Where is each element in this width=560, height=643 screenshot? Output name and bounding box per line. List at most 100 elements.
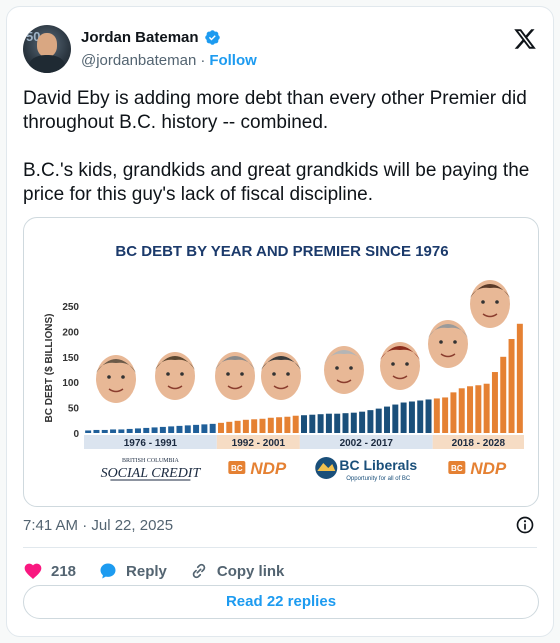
portrait-eye <box>272 372 276 376</box>
debt-bar <box>118 429 125 433</box>
debt-bar <box>491 372 498 433</box>
portrait-eye <box>439 340 443 344</box>
debt-bar <box>284 416 291 433</box>
premier-portrait <box>96 355 136 403</box>
party-logo: BC NDP <box>228 459 287 478</box>
debt-bar <box>193 424 200 433</box>
debt-bar <box>392 404 399 433</box>
debt-bar <box>508 339 515 433</box>
link-icon <box>192 563 206 579</box>
debt-bar <box>226 421 233 433</box>
reply-icon <box>100 563 116 579</box>
reply-label: Reply <box>126 562 167 580</box>
debt-bar <box>400 402 407 433</box>
debt-bar <box>334 413 341 433</box>
debt-bar <box>342 413 349 433</box>
debt-bar <box>217 422 224 433</box>
author-name[interactable]: Jordan Bateman <box>81 29 199 46</box>
y-tick-label: 50 <box>68 404 80 415</box>
debt-bar <box>110 429 117 433</box>
debt-bar <box>317 414 324 433</box>
verified-badge-icon <box>204 30 220 45</box>
action-bar: 218 Reply Copy link <box>23 555 284 587</box>
premier-portrait <box>215 352 255 400</box>
heart-icon <box>24 563 42 579</box>
info-icon[interactable] <box>515 515 535 535</box>
portrait-eye <box>286 372 290 376</box>
debt-bar <box>276 417 283 433</box>
debt-bar <box>151 427 158 433</box>
debt-bar <box>425 399 432 433</box>
party-logo: BC NDP <box>448 459 507 478</box>
debt-bar <box>467 386 474 433</box>
debt-bar <box>126 428 133 433</box>
debt-bar <box>309 414 316 433</box>
debt-bar <box>101 429 108 433</box>
period-label: 1976 - 1991 <box>124 438 178 449</box>
author-name-row: Jordan Bateman <box>81 29 221 46</box>
handle-row: @jordanbateman · Follow <box>81 52 257 69</box>
reply-button[interactable]: Reply <box>98 561 167 581</box>
like-button[interactable]: 218 <box>23 561 76 581</box>
debt-bar <box>134 428 141 433</box>
author-handle[interactable]: @jordanbateman <box>81 52 196 69</box>
liberal-logo-sub: Opportunity for all of BC <box>346 476 411 482</box>
debt-bar <box>209 423 216 433</box>
portrait-eye <box>107 375 111 379</box>
tweet-paragraph-1: David Eby is adding more debt than every… <box>23 88 527 133</box>
party-logo: BRITISH COLUMBIA SOCIAL CREDIT <box>101 458 202 481</box>
debt-bar <box>516 323 523 433</box>
debt-bar <box>184 425 191 433</box>
portrait-eye <box>405 362 409 366</box>
debt-bar <box>442 397 449 433</box>
premier-portrait <box>470 280 510 328</box>
chart-y-axis-label: BC DEBT ($ BILLIONS) <box>44 314 55 423</box>
period-label: 2002 - 2017 <box>340 438 394 449</box>
debt-chart: BC DEBT BY YEAR AND PREMIER SINCE 1976 B… <box>44 243 524 482</box>
portrait-eye <box>335 366 339 370</box>
period-label: 1992 - 2001 <box>232 438 286 449</box>
debt-bar <box>375 408 382 433</box>
debt-bar <box>350 412 357 433</box>
debt-bar <box>242 419 249 433</box>
debt-bar <box>450 392 457 433</box>
read-replies-button[interactable]: Read 22 replies <box>23 585 539 619</box>
tweet-timestamp[interactable]: 7:41 AM · Jul 22, 2025 <box>23 517 173 534</box>
debt-bar <box>267 417 274 433</box>
copy-link-label: Copy link <box>216 562 285 580</box>
tweet-text: David Eby is adding more debt than every… <box>23 87 533 231</box>
premier-portraits <box>96 280 510 403</box>
debt-bar <box>292 415 299 433</box>
socred-logo-text: SOCIAL CREDIT <box>101 466 202 481</box>
debt-bar <box>168 426 175 433</box>
debt-bar <box>201 424 208 433</box>
y-tick-label: 100 <box>62 378 79 389</box>
debt-bar <box>85 430 92 433</box>
debt-bar <box>325 413 332 433</box>
debt-bar <box>417 400 424 433</box>
y-tick-label: 150 <box>62 353 79 364</box>
debt-bar <box>176 425 183 433</box>
tweet-media-image[interactable]: BC DEBT BY YEAR AND PREMIER SINCE 1976 B… <box>23 217 539 507</box>
separator-dot: · <box>200 52 206 69</box>
portrait-eye <box>391 362 395 366</box>
debt-bar <box>301 415 307 433</box>
socred-logo-sub: BRITISH COLUMBIA <box>122 458 180 464</box>
debt-bar <box>359 411 366 433</box>
debt-bar <box>251 419 258 433</box>
party-logos: BRITISH COLUMBIA SOCIAL CREDIT BC NDP BC Lib… <box>101 457 507 482</box>
follow-link[interactable]: Follow <box>209 52 257 69</box>
portrait-eye <box>481 300 485 304</box>
chart-title: BC DEBT BY YEAR AND PREMIER SINCE 1976 <box>115 243 448 260</box>
liberal-logo-text: BC Liberals <box>339 457 417 473</box>
debt-bar <box>483 383 490 433</box>
x-logo-icon[interactable] <box>513 27 537 51</box>
copy-link-button[interactable]: Copy link <box>189 561 285 581</box>
ndp-logo-text: NDP <box>250 459 287 478</box>
ndp-logo-text: NDP <box>470 459 507 478</box>
portrait-eye <box>453 340 457 344</box>
y-tick-label: 0 <box>73 429 79 440</box>
premier-portrait <box>380 342 420 390</box>
tweet-paragraph-2: B.C.'s kids, grandkids and great grandki… <box>23 160 530 205</box>
author-avatar[interactable]: 50 <box>23 25 71 73</box>
